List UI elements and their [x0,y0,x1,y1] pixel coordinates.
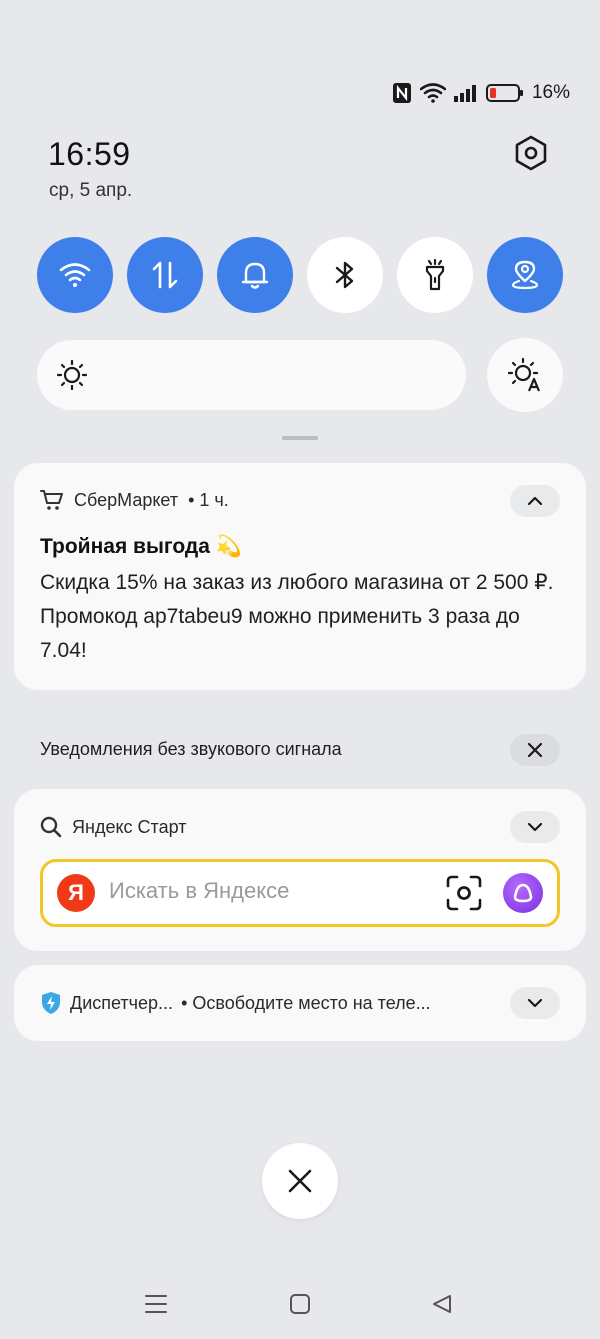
app-name: Диспетчер... [70,992,174,1013]
signal-icon [453,85,476,102]
wifi-icon [419,83,446,103]
notification-header: СберМаркет • 1 ч. [40,489,229,511]
search-placeholder: Искать в Яндексе [109,878,290,903]
clock: 16:59 [48,136,131,172]
notification-body: Скидка 15% на заказ из любого магазина о… [40,571,554,662]
settings-button[interactable] [512,134,550,172]
status-bar: 16% [392,78,570,108]
auto-brightness-button[interactable] [487,338,563,412]
notification-yandex-start[interactable]: Яндекс Старт Я Искать в Яндексе [14,789,586,951]
toggle-bluetooth[interactable] [307,237,383,313]
battery-percent: 16% [531,82,570,103]
notification-time: • 1 ч. [188,489,229,510]
app-name: СберМаркет [74,489,179,510]
sun-icon [57,360,87,390]
menu-icon [145,1295,167,1313]
yandex-search-box[interactable]: Я Искать в Яндексе [40,859,560,927]
chevron-down-icon [527,998,543,1008]
expand-button[interactable] [510,987,560,1019]
silent-section-label: Уведомления без звукового сигнала [40,739,342,759]
data-arrows-icon [152,261,178,289]
toggle-wifi[interactable] [37,237,113,313]
bluetooth-icon [335,261,354,289]
brightness-slider[interactable] [37,340,466,410]
clear-all-button[interactable] [262,1143,338,1219]
cart-icon [40,490,63,510]
recent-apps-button[interactable] [136,1284,176,1324]
back-triangle-icon [433,1295,451,1313]
toggle-sound[interactable] [217,237,293,313]
chevron-up-icon [527,496,543,506]
location-icon [511,260,539,290]
expand-button[interactable] [510,811,560,843]
notification-header: Диспетчер... • Освободите место на теле.… [40,991,431,1015]
app-name: Яндекс Старт [72,816,187,837]
collapse-button[interactable] [510,485,560,517]
toggle-mobile-data[interactable] [127,237,203,313]
toggle-flashlight[interactable] [397,237,473,313]
notification-header: Яндекс Старт [40,816,186,838]
camera-search-icon[interactable] [445,874,483,912]
date: ср, 5 апр. [49,180,133,201]
chevron-down-icon [527,822,543,832]
gear-icon [515,135,547,171]
shield-icon [42,992,60,1014]
square-icon [290,1294,310,1314]
alice-icon [513,883,533,903]
notification-title: Тройная выгода 💫 [40,535,242,558]
battery-icon [485,84,523,102]
navigation-bar [0,1284,600,1324]
notification-text: • Освободите место на теле... [181,992,431,1013]
wifi-icon [59,263,91,287]
auto-brightness-icon [508,358,541,392]
back-button[interactable] [422,1284,462,1324]
flashlight-icon [425,259,445,291]
panel-drag-handle[interactable] [282,436,318,440]
notification-dispatcher[interactable]: Диспетчер... • Освободите место на теле.… [14,965,586,1041]
nfc-icon [392,83,411,103]
home-button[interactable] [280,1284,320,1324]
alice-voice-button[interactable] [503,873,543,913]
search-icon [40,816,62,838]
close-icon [288,1169,312,1193]
yandex-logo: Я [57,874,95,912]
notification-sbermarket[interactable]: СберМаркет • 1 ч. Тройная выгода 💫 Скидк… [14,463,586,690]
close-icon [527,742,543,758]
dismiss-silent-button[interactable] [510,734,560,766]
bell-icon [241,262,269,289]
toggle-location[interactable] [487,237,563,313]
